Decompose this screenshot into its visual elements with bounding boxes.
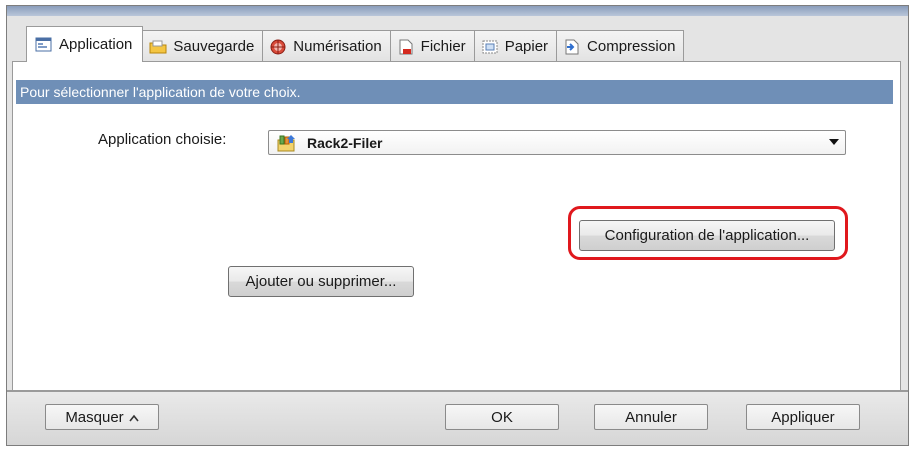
tab-application[interactable]: Application <box>26 26 144 62</box>
chevron-up-icon <box>129 409 139 426</box>
dropdown-arrow-icon[interactable] <box>829 139 839 145</box>
scan-icon <box>269 39 287 55</box>
tab-bar: Application Sauvegarde Numérisation Fich… <box>26 26 685 62</box>
rack2-filer-icon <box>277 134 297 152</box>
paper-icon <box>481 39 499 55</box>
folder-icon <box>149 39 167 55</box>
tab-papier[interactable]: Papier <box>473 30 558 62</box>
tab-label: Application <box>59 36 133 53</box>
window-top-border <box>7 6 908 16</box>
description-bar: Pour sélectionner l'application de votre… <box>16 80 893 104</box>
cancel-button[interactable]: Annuler <box>594 404 708 430</box>
tab-label: Numérisation <box>293 38 382 55</box>
apply-button[interactable]: Appliquer <box>746 404 860 430</box>
ok-button[interactable]: OK <box>445 404 559 430</box>
file-icon <box>397 39 415 55</box>
add-remove-button[interactable]: Ajouter ou supprimer... <box>228 266 414 297</box>
tab-compression[interactable]: Compression <box>556 30 685 62</box>
compression-icon <box>563 39 581 55</box>
tab-fichier[interactable]: Fichier <box>389 30 475 62</box>
tab-numerisation[interactable]: Numérisation <box>262 30 391 62</box>
application-label: Application choisie: <box>98 131 227 148</box>
application-icon <box>35 37 53 53</box>
application-select[interactable]: Rack2-Filer <box>268 130 846 155</box>
tab-label: Fichier <box>420 38 466 55</box>
tab-sauvegarde[interactable]: Sauvegarde <box>142 30 264 62</box>
description-text: Pour sélectionner l'application de votre… <box>20 84 301 100</box>
tab-label: Sauvegarde <box>173 38 255 55</box>
tab-label: Compression <box>587 38 676 55</box>
hide-button[interactable]: Masquer <box>45 404 159 430</box>
tab-label: Papier <box>504 38 549 55</box>
application-select-value: Rack2-Filer <box>307 134 383 151</box>
hide-button-label: Masquer <box>65 408 124 426</box>
configure-application-button[interactable]: Configuration de l'application... <box>579 220 835 251</box>
